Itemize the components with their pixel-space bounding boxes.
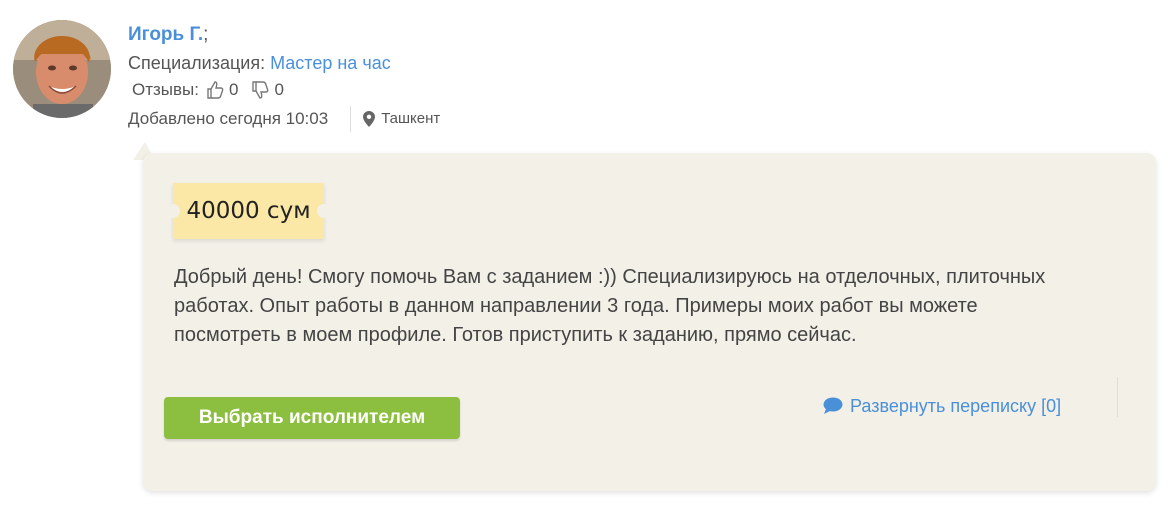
name-suffix: ; [203, 24, 209, 45]
chat-bubble-icon [823, 397, 843, 415]
reviews-negative-count: 0 [274, 80, 284, 99]
specialization-row: Специализация: Мастер на час [128, 50, 440, 76]
price-ticket: 40000 сум [166, 183, 331, 239]
user-name-link[interactable]: Игорь Г. [128, 24, 203, 45]
expand-conversation-link[interactable]: Развернуть переписку [0] [823, 393, 1061, 419]
location: Ташкент [363, 106, 440, 132]
specialization-link[interactable]: Мастер на час [270, 53, 391, 73]
thumb-up-icon [205, 80, 225, 100]
user-header: Игорь Г.; Специализация: Мастер на час О… [128, 22, 440, 132]
specialization-label: Специализация: [128, 53, 266, 73]
added-timestamp: Добавлено сегодня 10:03 [128, 109, 329, 128]
map-pin-icon [363, 111, 376, 127]
expand-conversation-label: Развернуть переписку [0] [850, 395, 1062, 416]
reviews-positive-count: 0 [229, 80, 239, 99]
thumb-down-icon [250, 80, 270, 100]
avatar[interactable] [13, 20, 111, 118]
price-value: 40000 сум [186, 198, 311, 224]
name-row: Игорь Г.; [128, 22, 440, 48]
reviews-label: Отзывы: [132, 80, 199, 99]
divider [1117, 377, 1118, 417]
added-row: Добавлено сегодня 10:03 Ташкент [128, 106, 440, 132]
location-text: Ташкент [381, 110, 441, 127]
divider [350, 106, 352, 132]
offer-card: Игорь Г.; Специализация: Мастер на час О… [0, 0, 1169, 512]
offer-message: Добрый день! Смогу помочь Вам с заданием… [174, 266, 1046, 346]
reviews-row: Отзывы: 0 0 [132, 77, 440, 103]
select-performer-button[interactable]: Выбрать исполнителем [164, 397, 460, 439]
